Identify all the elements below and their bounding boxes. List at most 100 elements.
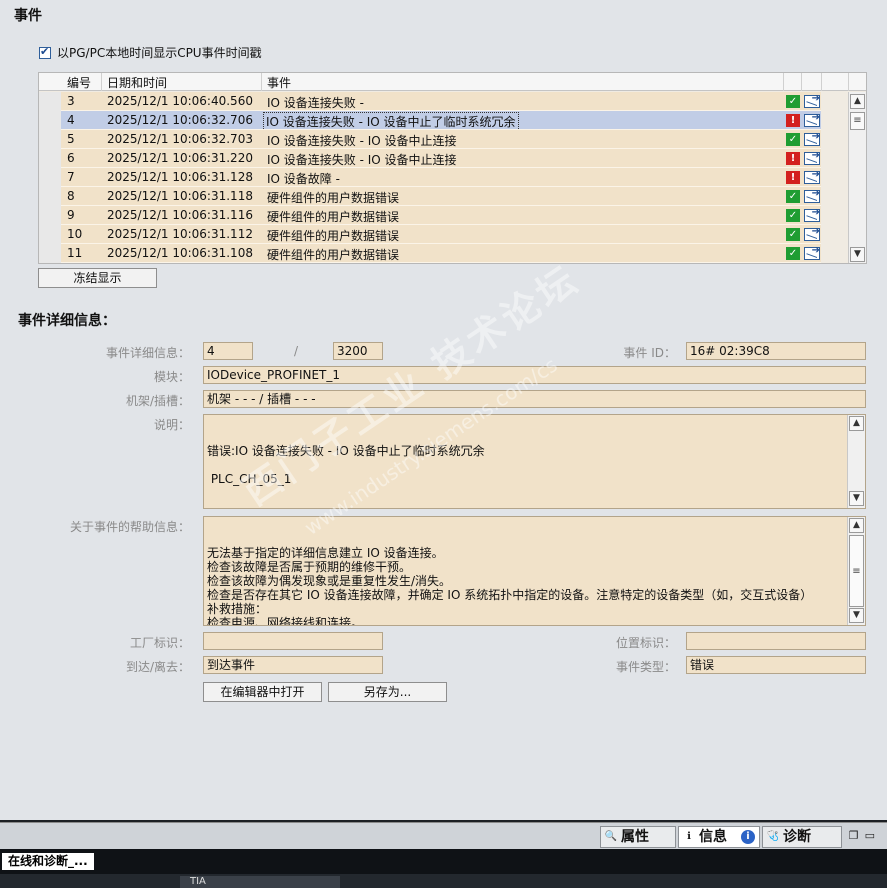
col-header-event[interactable]: 事件 bbox=[267, 74, 291, 91]
local-time-checkbox-row[interactable]: 以PG/PC本地时间显示CPU事件时间戳 bbox=[39, 44, 262, 61]
row-no: 4 bbox=[67, 113, 75, 127]
help-scroll-down-icon[interactable]: ▼ bbox=[849, 608, 864, 623]
row-event: IO 设备连接失败 - IO 设备中止连接 bbox=[267, 153, 457, 167]
table-row[interactable]: 8 2025/12/1 10:06:31.118 硬件组件的用户数据错误 ✓ ➔ bbox=[39, 187, 848, 206]
events-panel: 事件 以PG/PC本地时间显示CPU事件时间戳 编号 日期和时间 事件 3 202… bbox=[0, 0, 887, 820]
event-id-field: 16# 02:39C8 bbox=[686, 342, 866, 360]
description-text: 错误:IO 设备连接失败 - IO 设备中止了临时系统冗余 PLC_CH_05_… bbox=[207, 444, 485, 486]
row-event: 硬件组件的用户数据错误 bbox=[267, 210, 400, 224]
row-datetime: 2025/12/1 10:06:31.118 bbox=[107, 189, 253, 203]
row-datetime: 2025/12/1 10:06:32.703 bbox=[107, 132, 253, 146]
row-no: 7 bbox=[67, 170, 75, 184]
event-id-label: 事件 ID： bbox=[623, 346, 676, 360]
detail-info-label: 事件详细信息： bbox=[105, 346, 190, 360]
row-datetime: 2025/12/1 10:06:31.112 bbox=[107, 227, 253, 241]
col-header-datetime[interactable]: 日期和时间 bbox=[107, 74, 167, 91]
row-event: IO 设备故障 - bbox=[267, 172, 340, 186]
status-ok-icon: ✓ bbox=[786, 247, 800, 260]
arrival-label: 到达/离去： bbox=[125, 660, 190, 674]
event-type-label: 事件类型： bbox=[615, 660, 676, 674]
table-row[interactable]: 9 2025/12/1 10:06:31.116 硬件组件的用户数据错误 ✓ ➔ bbox=[39, 206, 848, 225]
scroll-down-icon[interactable]: ▼ bbox=[850, 247, 865, 262]
online-diagnostics-task[interactable]: 在线和诊断_... bbox=[2, 853, 94, 870]
table-row[interactable]: 3 2025/12/1 10:06:40.560 IO 设备连接失败 - ✓ ➔ bbox=[39, 92, 848, 111]
row-gutter bbox=[39, 206, 61, 225]
row-event: 硬件组件的用户数据错误 bbox=[267, 248, 400, 262]
events-table-body: 3 2025/12/1 10:06:40.560 IO 设备连接失败 - ✓ ➔ 4 202… bbox=[39, 92, 848, 263]
table-row[interactable]: 10 2025/12/1 10:06:31.112 硬件组件的用户数据错误 ✓ ➔ bbox=[39, 225, 848, 244]
events-table: 编号 日期和时间 事件 3 2025/12/1 10:06:40.560 IO 设备… bbox=[38, 72, 867, 264]
status-error-icon: ! bbox=[786, 114, 800, 127]
row-event: IO 设备连接失败 - IO 设备中止了临时系统冗余 bbox=[263, 112, 519, 131]
desc-scroll-up-icon[interactable]: ▲ bbox=[849, 416, 864, 431]
row-gutter bbox=[39, 130, 61, 149]
table-row[interactable]: 7 2025/12/1 10:06:31.128 IO 设备故障 -! ➔ bbox=[39, 168, 848, 187]
task-strip bbox=[0, 874, 887, 888]
table-row[interactable]: 4 2025/12/1 10:06:32.706 IO 设备连接失败 - IO 设备… bbox=[39, 111, 848, 131]
description-scrollbar[interactable]: ▲ ▼ bbox=[847, 415, 865, 508]
status-ok-icon: ✓ bbox=[786, 190, 800, 203]
row-datetime: 2025/12/1 10:06:31.128 bbox=[107, 170, 253, 184]
detail-value2-field: 3200 bbox=[333, 342, 383, 360]
tab-info[interactable]: ℹ 信息 i bbox=[678, 826, 760, 848]
row-datetime: 2025/12/1 10:06:31.108 bbox=[107, 246, 253, 260]
save-as-button[interactable]: 另存为... bbox=[328, 682, 447, 702]
status-ok-icon: ✓ bbox=[786, 209, 800, 222]
scroll-thumb[interactable]: ≡ bbox=[850, 112, 865, 130]
events-table-header: 编号 日期和时间 事件 bbox=[39, 73, 866, 91]
help-text: 无法基于指定的详细信息建立 IO 设备连接。 检查该故障是否属于预期的维修干预。… bbox=[207, 546, 813, 626]
row-no: 9 bbox=[67, 208, 75, 222]
tab-properties[interactable]: 🔍 属性 bbox=[600, 826, 676, 848]
col-header-no[interactable]: 编号 bbox=[67, 74, 91, 91]
mail-arrow-icon: ➔ bbox=[804, 93, 820, 108]
mail-arrow-icon: ➔ bbox=[804, 131, 820, 146]
detail-separator: / bbox=[294, 344, 299, 358]
row-no: 10 bbox=[67, 227, 83, 241]
help-scroll-up-icon[interactable]: ▲ bbox=[849, 518, 864, 533]
table-row[interactable]: 6 2025/12/1 10:06:31.220 IO 设备连接失败 - IO 设备… bbox=[39, 149, 848, 168]
help-scrollbar[interactable]: ▲ ≡ ▼ bbox=[847, 517, 865, 625]
scroll-up-icon[interactable]: ▲ bbox=[850, 94, 865, 109]
open-in-editor-button[interactable]: 在编辑器中打开 bbox=[203, 682, 322, 702]
row-event: IO 设备连接失败 - bbox=[267, 96, 364, 110]
row-event: 硬件组件的用户数据错误 bbox=[267, 229, 400, 243]
desc-scroll-down-icon[interactable]: ▼ bbox=[849, 491, 864, 506]
row-datetime: 2025/12/1 10:06:31.116 bbox=[107, 208, 253, 222]
row-no: 11 bbox=[67, 246, 83, 260]
help-label: 关于事件的帮助信息： bbox=[69, 520, 190, 534]
window-controls[interactable]: ❐▭ bbox=[849, 829, 881, 842]
local-time-checkbox[interactable] bbox=[39, 45, 51, 59]
table-row[interactable]: 11 2025/12/1 10:06:31.108 硬件组件的用户数据错误 ✓ ➔ bbox=[39, 244, 848, 263]
mail-arrow-icon: ➔ bbox=[804, 188, 820, 203]
mail-arrow-icon: ➔ bbox=[804, 169, 820, 184]
row-event: IO 设备连接失败 - IO 设备中止连接 bbox=[267, 134, 457, 148]
status-error-icon: ! bbox=[786, 152, 800, 165]
freeze-display-button[interactable]: 冻结显示 bbox=[38, 268, 157, 288]
detail-value1-field: 4 bbox=[203, 342, 253, 360]
row-no: 3 bbox=[67, 94, 75, 108]
row-event: 硬件组件的用户数据错误 bbox=[267, 191, 400, 205]
tia-portal-button[interactable]: TIA bbox=[180, 876, 340, 888]
mail-arrow-icon: ➔ bbox=[804, 245, 820, 260]
row-datetime: 2025/12/1 10:06:32.706 bbox=[107, 113, 253, 127]
row-no: 5 bbox=[67, 132, 75, 146]
row-gutter bbox=[39, 187, 61, 206]
row-gutter bbox=[39, 244, 61, 263]
table-row[interactable]: 5 2025/12/1 10:06:32.703 IO 设备连接失败 - IO 设备… bbox=[39, 130, 848, 149]
status-error-icon: ! bbox=[786, 171, 800, 184]
row-gutter bbox=[39, 111, 61, 130]
local-time-checkbox-label: 以PG/PC本地时间显示CPU事件时间戳 bbox=[57, 46, 262, 60]
mail-arrow-icon: ➔ bbox=[804, 207, 820, 222]
row-gutter bbox=[39, 168, 61, 187]
help-scroll-thumb[interactable]: ≡ bbox=[849, 535, 864, 607]
description-textarea[interactable]: 错误:IO 设备连接失败 - IO 设备中止了临时系统冗余 PLC_CH_05_… bbox=[203, 414, 866, 509]
description-label: 说明： bbox=[153, 418, 190, 432]
mail-arrow-icon: ➔ bbox=[804, 226, 820, 241]
status-ok-icon: ✓ bbox=[786, 228, 800, 241]
help-textarea[interactable]: 无法基于指定的详细信息建立 IO 设备连接。 检查该故障是否属于预期的维修干预。… bbox=[203, 516, 866, 626]
module-label: 模块： bbox=[153, 370, 190, 384]
tab-properties-label: 属性 bbox=[621, 829, 649, 845]
tab-diagnostics[interactable]: 🩺 诊断 bbox=[762, 826, 842, 848]
tab-info-label: 信息 bbox=[699, 829, 727, 845]
events-table-scrollbar[interactable]: ▲ ≡ ▼ bbox=[848, 92, 866, 263]
